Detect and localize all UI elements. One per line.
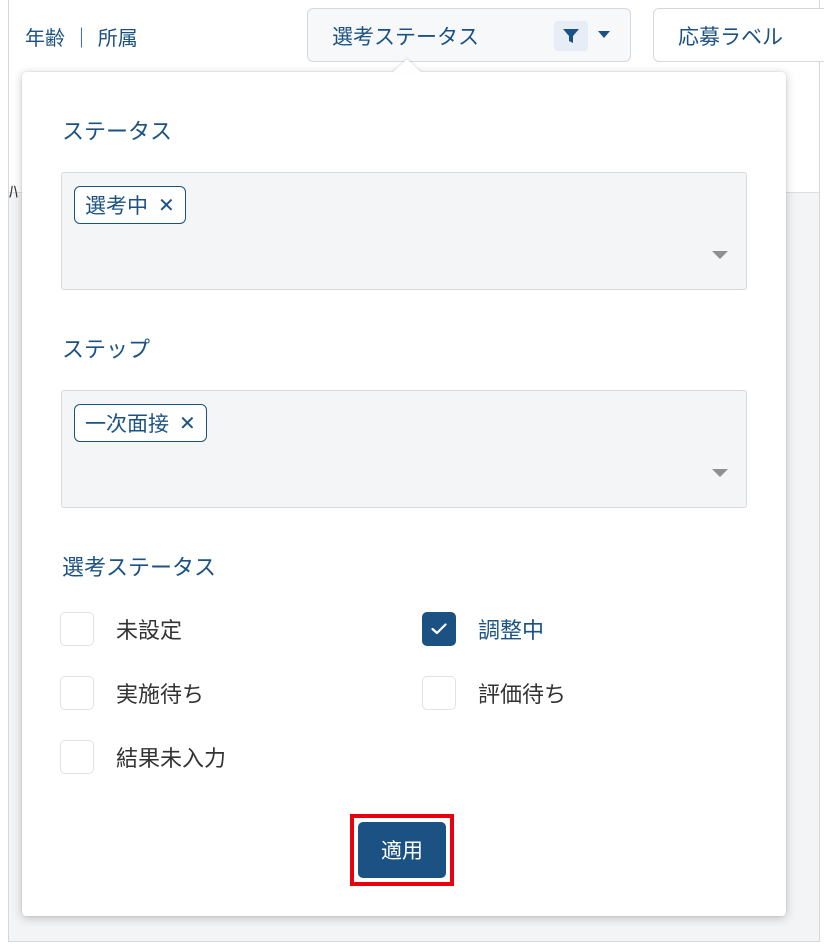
checkbox-option-result-not-entered[interactable]: 結果未入力 <box>60 740 226 774</box>
checkbox-checked[interactable] <box>422 612 456 646</box>
chip-remove-icon[interactable]: ✕ <box>179 411 196 435</box>
checkbox-option-unset[interactable]: 未設定 <box>60 612 182 646</box>
checkbox-option-awaiting-execution[interactable]: 実施待ち <box>60 676 204 710</box>
checkbox[interactable] <box>60 676 94 710</box>
column-header-age-department[interactable]: 年齢 ｜ 所属 <box>25 22 138 51</box>
status-section-title: ステータス <box>62 120 173 145</box>
column-header-application-label[interactable]: 応募ラベル <box>653 8 824 62</box>
step-chip-label: 一次面接 <box>85 412 169 436</box>
status-filter-popover: ステータス 選考中 ✕ ステップ 一次面接 ✕ 選考ステータス 未設定 調整中 … <box>22 59 786 916</box>
checkbox-label: 未設定 <box>116 619 183 644</box>
column-header-selection-status[interactable]: 選考ステータス <box>307 8 631 62</box>
row-text-fragment: ﾊ <box>9 182 18 203</box>
filter-toggle-button[interactable] <box>554 21 588 51</box>
step-chip: 一次面接 ✕ <box>74 404 207 442</box>
checkbox-label: 実施待ち <box>116 683 205 708</box>
selection-status-section-title: 選考ステータス <box>62 556 217 581</box>
checkbox-option-adjusting[interactable]: 調整中 <box>422 612 544 646</box>
popover-arrow <box>392 59 422 73</box>
apply-button[interactable]: 適用 <box>358 822 446 878</box>
chip-remove-icon[interactable]: ✕ <box>158 193 175 217</box>
caret-down-icon[interactable] <box>598 31 610 39</box>
check-icon <box>431 623 447 635</box>
filter-icon <box>563 29 579 43</box>
column-header-selection-status-label: 選考ステータス <box>332 25 479 49</box>
status-chip: 選考中 ✕ <box>74 186 186 224</box>
checkbox-label: 調整中 <box>478 619 545 644</box>
apply-button-highlight: 適用 <box>350 814 454 886</box>
checkbox-label: 結果未入力 <box>116 747 227 772</box>
checkbox-label: 評価待ち <box>478 683 567 708</box>
column-header-application-label-text: 応募ラベル <box>678 25 783 49</box>
checkbox[interactable] <box>60 740 94 774</box>
checkbox-option-awaiting-evaluation[interactable]: 評価待ち <box>422 676 566 710</box>
dropdown-caret-icon[interactable] <box>712 251 728 259</box>
step-section-title: ステップ <box>62 338 151 363</box>
checkbox[interactable] <box>60 612 94 646</box>
dropdown-caret-icon[interactable] <box>712 469 728 477</box>
checkbox[interactable] <box>422 676 456 710</box>
status-chip-label: 選考中 <box>85 194 148 218</box>
step-multiselect[interactable]: 一次面接 ✕ <box>61 390 747 508</box>
status-multiselect[interactable]: 選考中 ✕ <box>61 172 747 290</box>
